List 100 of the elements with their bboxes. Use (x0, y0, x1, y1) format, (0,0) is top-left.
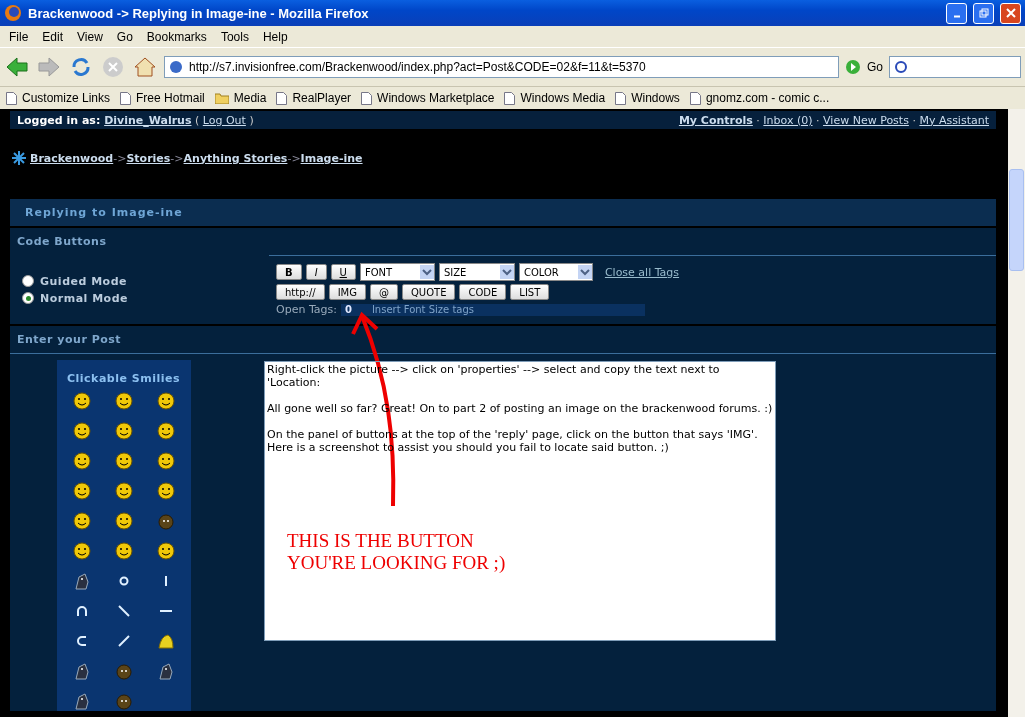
radio-label: Guided Mode (40, 274, 127, 288)
section-header: Code Buttons (10, 228, 996, 255)
bookmark-item[interactable]: Free Hotmail (120, 91, 205, 105)
menu-item[interactable]: Edit (35, 29, 71, 44)
menu-item[interactable]: File (2, 29, 36, 44)
close-tags-link[interactable]: Close all Tags (604, 265, 680, 279)
username-link[interactable]: Divine_Walrus (104, 113, 192, 127)
smiley-icon[interactable] (71, 421, 92, 441)
menu-item[interactable]: Help (255, 29, 295, 44)
panel-title: Replying to Image-ine (10, 199, 996, 226)
minimize-button[interactable] (946, 2, 967, 24)
page-icon (615, 91, 627, 105)
go-icon[interactable] (845, 59, 861, 75)
restore-button[interactable] (973, 2, 994, 24)
smiley-icon[interactable] (113, 451, 134, 471)
radio-button[interactable] (22, 292, 34, 304)
page-icon (504, 91, 516, 105)
globe-icon (4, 4, 22, 22)
smiley-icon[interactable] (71, 511, 92, 531)
smiley-icon[interactable] (155, 391, 176, 411)
smiley-icon[interactable] (71, 451, 92, 471)
caret-icon (419, 265, 434, 279)
separator-dot: · (911, 113, 917, 127)
caret-icon (577, 265, 592, 279)
logged-in-label: Logged in as: (17, 113, 102, 127)
breadcrumb-link[interactable]: Anything Stories (183, 151, 288, 165)
breadcrumb-separator: -> (113, 151, 127, 165)
paren-text: ) (248, 113, 254, 127)
menu-item[interactable]: View (70, 29, 110, 44)
smiley-icon[interactable] (113, 481, 134, 501)
user-link[interactable]: View New Posts (823, 113, 909, 127)
bookmark-item[interactable]: Windows Media (504, 91, 606, 105)
bookmark-item[interactable]: Media (214, 91, 267, 105)
minimize-icon (952, 14, 961, 18)
back-icon[interactable] (4, 54, 30, 80)
smiley-icon[interactable] (155, 541, 176, 561)
star-icon (12, 151, 26, 165)
smiley-icon[interactable] (113, 511, 134, 531)
dropdown[interactable]: FONT (359, 263, 435, 281)
breadcrumb-separator: -> (287, 151, 301, 165)
paren-text: ( (194, 113, 201, 127)
search-engine-icon[interactable] (894, 60, 910, 74)
bookmark-item[interactable]: gnomz.com - comic c... (689, 91, 830, 105)
user-link[interactable]: My Controls (678, 113, 753, 127)
info-icon (169, 60, 183, 74)
smiley-icon[interactable] (155, 421, 176, 441)
radio-button[interactable] (22, 275, 34, 287)
close-button[interactable] (1000, 2, 1021, 24)
tag-button[interactable]: QUOTE (401, 284, 456, 300)
breadcrumb-link[interactable]: Image-ine (300, 151, 363, 165)
format-button[interactable]: U (330, 264, 356, 280)
separator-dot: · (755, 113, 761, 127)
smiley-icon[interactable] (155, 481, 176, 501)
page-icon (6, 91, 17, 105)
tag-button[interactable]: LIST (510, 284, 550, 300)
breadcrumb-separator: -> (170, 151, 184, 165)
folder-icon (214, 92, 229, 104)
smiley-icon[interactable] (113, 541, 134, 561)
tag-button[interactable]: @ (369, 284, 398, 300)
smiley-icon[interactable] (113, 391, 134, 411)
bookmark-item[interactable]: Windows Marketplace (361, 91, 495, 105)
go-button[interactable]: Go (867, 60, 883, 74)
address-field[interactable]: http://s7.invisionfree.com/Brackenwood/index.php?act=Post&CODE=02&f=11&t=5370 (164, 56, 839, 78)
section-header: Enter your Post (10, 326, 996, 353)
open-tags-count: 0 (344, 304, 352, 315)
logout-link[interactable]: Log Out (202, 113, 246, 127)
menu-item[interactable]: Go (109, 29, 140, 44)
tag-button[interactable]: CODE (459, 284, 507, 300)
mode-radio[interactable]: Guided Mode (22, 274, 269, 288)
format-button[interactable]: B (276, 264, 302, 280)
breadcrumb-link[interactable]: Brackenwood (30, 151, 114, 165)
radio-label: Normal Mode (40, 291, 128, 305)
scrollbar[interactable] (1008, 109, 1025, 717)
smiley-icon[interactable] (71, 541, 92, 561)
close-icon (1005, 8, 1016, 18)
format-button[interactable]: I (305, 264, 327, 280)
caret-icon (499, 265, 514, 279)
user-link[interactable]: My Assistant (919, 113, 989, 127)
breadcrumb-link[interactable]: Stories (126, 151, 171, 165)
user-link[interactable]: Inbox (0) (763, 113, 813, 127)
tag-button[interactable]: IMG (328, 284, 366, 300)
bookmark-item[interactable]: Windows (615, 91, 680, 105)
tag-button[interactable]: http:// (276, 284, 325, 300)
smiley-icon[interactable] (71, 391, 92, 411)
mode-radio[interactable]: Normal Mode (22, 291, 269, 305)
annotation-text: THIS IS THE BUTTON YOU'RE LOOKING FOR ;) (287, 530, 506, 574)
menu-item[interactable]: Bookmarks (139, 29, 214, 44)
menu-item[interactable]: Tools (213, 29, 256, 44)
smiley-icon[interactable] (113, 421, 134, 441)
bookmark-item[interactable]: RealPlayer (276, 91, 352, 105)
page-icon (361, 91, 373, 105)
smiley-icon[interactable] (155, 451, 176, 471)
dropdown[interactable]: COLOR (518, 263, 593, 281)
bird-icon[interactable] (155, 631, 176, 651)
smiley-icon[interactable] (71, 481, 92, 501)
dropdown[interactable]: SIZE (438, 263, 515, 281)
search-field[interactable] (889, 56, 1021, 78)
page-icon (120, 91, 132, 105)
bookmark-item[interactable]: Customize Links (6, 91, 111, 105)
restore-icon (978, 8, 989, 18)
